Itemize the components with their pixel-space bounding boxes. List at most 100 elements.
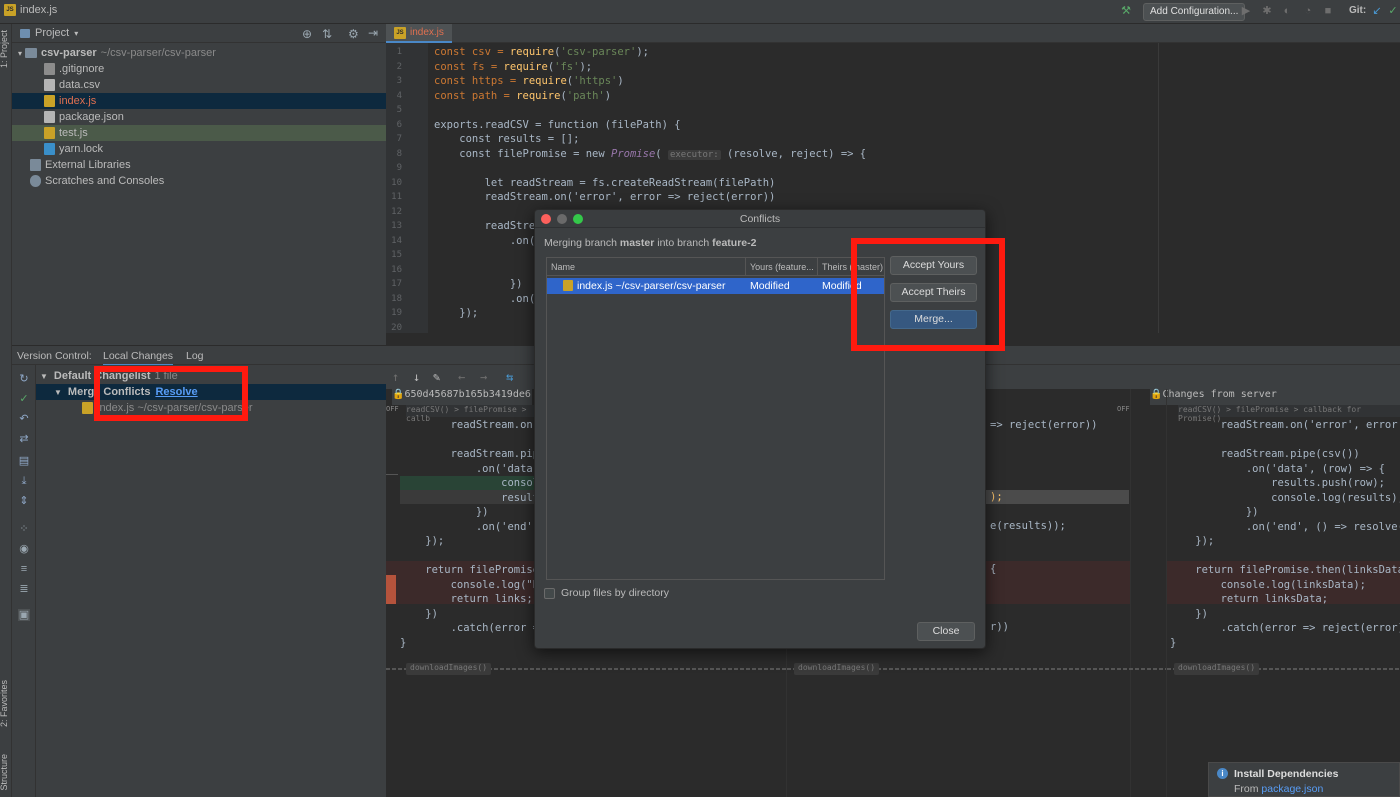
- group-by-directory-checkbox[interactable]: [544, 587, 555, 599]
- row-file-name: index.js ~/csv-parser/csv-parser: [577, 280, 726, 292]
- eye-icon[interactable]: ◉: [18, 543, 30, 555]
- group-icon[interactable]: ⁘: [18, 523, 30, 535]
- diff-right-line: results.push(row);: [1170, 477, 1385, 489]
- editor-tab-bar: JS index.js: [386, 24, 1400, 43]
- notification-balloon[interactable]: i Install Dependencies From package.json: [1208, 762, 1400, 797]
- collapse-icon[interactable]: ⇅: [322, 27, 332, 41]
- fold-downloadimages[interactable]: downloadImages(): [406, 663, 492, 675]
- right-margin-guide: [1158, 43, 1159, 333]
- code-text: require: [516, 89, 561, 102]
- code-text: require: [503, 60, 548, 73]
- sync-icon[interactable]: ⇆: [506, 370, 513, 384]
- tree-file-gitignore[interactable]: .gitignore: [12, 61, 386, 77]
- minimize-window-dot[interactable]: [557, 214, 567, 224]
- changelist-icon[interactable]: ▤: [18, 455, 30, 467]
- expand-icon[interactable]: ≡: [18, 563, 30, 575]
- coverage-icon[interactable]: ◐: [1281, 5, 1293, 17]
- code-line: readStream: [434, 220, 548, 232]
- fold-downloadimages[interactable]: downloadImages(): [794, 663, 880, 675]
- diff-left-line: console.log("BIG: [400, 578, 552, 591]
- file-name: test.js: [59, 127, 88, 139]
- js-file-icon: [563, 280, 573, 291]
- package-json-link[interactable]: package.json: [1261, 783, 1323, 795]
- structure-tool-tab[interactable]: Structure: [0, 754, 9, 791]
- line-number: 13: [391, 221, 402, 231]
- code-line: .on('d: [434, 234, 548, 247]
- notification-body: From package.json: [1234, 783, 1323, 795]
- stop-icon[interactable]: ■: [1322, 5, 1334, 17]
- collapse-icon[interactable]: ≣: [18, 583, 30, 595]
- table-row[interactable]: index.js ~/csv-parser/csv-parser Modifie…: [547, 278, 884, 294]
- rollback-icon[interactable]: ↶: [18, 413, 30, 425]
- add-configuration-button[interactable]: Add Configuration...: [1143, 3, 1246, 21]
- gear-icon[interactable]: ⚙: [348, 27, 359, 41]
- code-text: (resolve, reject) => {: [720, 147, 867, 160]
- close-button[interactable]: Close: [917, 622, 975, 641]
- git-commit-icon[interactable]: ✓: [1387, 5, 1399, 17]
- tree-file-test-js[interactable]: test.js: [12, 125, 386, 141]
- changes-tree: ▼ Default Changelist 1 file ▼ Merge Conf…: [36, 365, 386, 797]
- build-hammer-icon[interactable]: ⚒: [1120, 5, 1132, 17]
- code-text: require: [509, 46, 555, 58]
- line-number: 1: [396, 47, 402, 57]
- target-branch: feature-2: [712, 237, 757, 249]
- arrow-up-icon[interactable]: ↑: [392, 370, 399, 384]
- tree-file-package-json[interactable]: package.json: [12, 109, 386, 125]
- changed-highlight: [986, 490, 1129, 504]
- line-number: 9: [396, 163, 402, 173]
- git-update-icon[interactable]: ↙: [1371, 5, 1383, 17]
- tab-log[interactable]: Log: [186, 350, 204, 362]
- close-window-dot[interactable]: [541, 214, 551, 224]
- right-header-label: Changes from server: [1162, 389, 1277, 400]
- code-text: require: [522, 75, 567, 87]
- diff-left-line: console.: [400, 477, 552, 489]
- tab-local-changes[interactable]: Local Changes: [103, 350, 174, 366]
- code-text: );: [636, 46, 649, 58]
- off-toggle-right[interactable]: OFF: [1117, 405, 1130, 413]
- locate-icon[interactable]: ⊕: [302, 27, 312, 41]
- zoom-window-dot[interactable]: [573, 214, 583, 224]
- project-tool-tab[interactable]: 1: Project: [0, 30, 9, 68]
- tree-external-libraries[interactable]: External Libraries: [12, 157, 386, 173]
- arrow-left-icon[interactable]: ←: [458, 370, 465, 384]
- profile-icon[interactable]: ◔: [1302, 5, 1314, 17]
- shelve-icon[interactable]: ⤓: [18, 475, 30, 487]
- vc-action-toolbar: ↻ ✓ ↶ ⇄ ▤ ⤓ ⇕ ⁘ ◉ ≡ ≣ ▣: [12, 365, 36, 797]
- file-breadcrumb[interactable]: JS index.js: [4, 4, 57, 16]
- line-number: 18: [391, 293, 402, 304]
- diff-right-line: return filePromise.then(linksData => {: [1195, 564, 1400, 576]
- conflict-marker: [386, 575, 396, 604]
- fold-downloadimages[interactable]: downloadImages(): [1174, 663, 1260, 675]
- arrow-right-icon[interactable]: →: [480, 370, 487, 384]
- column-header-yours[interactable]: Yours (feature...: [746, 258, 818, 276]
- diff-icon[interactable]: ⇄: [18, 433, 30, 445]
- group-by-directory-option[interactable]: Group files by directory: [544, 587, 669, 599]
- lock-icon: 🔒: [392, 389, 405, 400]
- tree-file-data-csv[interactable]: data.csv: [12, 77, 386, 93]
- tree-file-yarn-lock[interactable]: yarn.lock: [12, 141, 386, 157]
- off-toggle-left[interactable]: OFF: [386, 405, 399, 413]
- root-folder-path: ~/csv-parser/csv-parser: [100, 47, 216, 59]
- preview-icon[interactable]: ▣: [18, 609, 30, 621]
- arrow-down-icon[interactable]: ↓: [413, 370, 420, 384]
- project-view-selector[interactable]: Project ▾: [20, 27, 78, 39]
- js-file-icon: JS: [394, 26, 406, 39]
- commit-icon[interactable]: ✓: [18, 393, 30, 405]
- refresh-icon[interactable]: ↻: [18, 373, 30, 385]
- debug-icon[interactable]: ✱: [1261, 5, 1273, 17]
- code-text: const path =: [434, 89, 517, 102]
- column-header-name[interactable]: Name: [547, 258, 746, 276]
- tree-scratches[interactable]: Scratches and Consoles: [12, 173, 386, 189]
- diff-middle-line: => reject(error)): [990, 419, 1098, 431]
- file-name: .gitignore: [59, 63, 105, 75]
- tree-root-csv-parser[interactable]: ▾ csv-parser ~/csv-parser/csv-parser: [12, 45, 386, 61]
- editor-tab-index-js[interactable]: JS index.js: [386, 24, 452, 43]
- favorites-tool-tab[interactable]: 2: Favorites: [0, 680, 9, 727]
- tree-file-index-js[interactable]: index.js: [12, 93, 386, 109]
- move-icon[interactable]: ⇕: [18, 495, 30, 507]
- line-number: 2: [396, 61, 402, 72]
- diff-left-line: .on('data',: [400, 462, 546, 475]
- run-icon[interactable]: ▶: [1240, 5, 1252, 17]
- edit-icon[interactable]: ✎: [433, 370, 440, 384]
- hide-panel-icon[interactable]: ⇥: [368, 26, 378, 40]
